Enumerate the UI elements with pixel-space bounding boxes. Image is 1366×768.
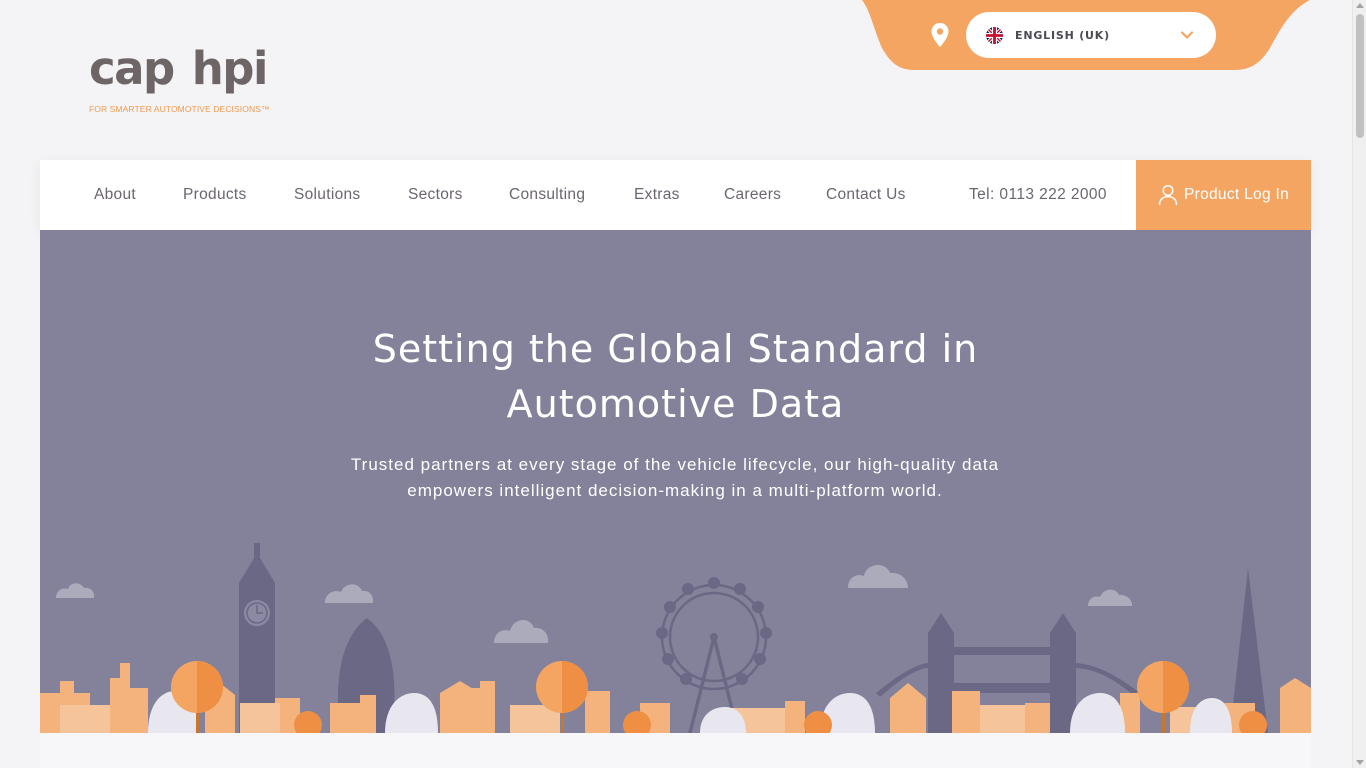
nav-item-consulting[interactable]: Consulting <box>509 160 585 230</box>
brand-logo[interactable]: cap hpi FOR SMARTER AUTOMOTIVE DECISIONS™ <box>89 44 289 118</box>
uk-flag-icon <box>986 26 1003 44</box>
logo-word-cap: cap <box>89 42 175 95</box>
language-tab: ENGLISH (UK) <box>862 0 1312 70</box>
hero-banner: Setting the Global Standard in Automotiv… <box>40 230 1311 733</box>
logo-tagline: FOR SMARTER AUTOMOTIVE DECISIONS™ <box>89 104 270 114</box>
hero-title-line-2: Automotive Data <box>506 382 845 426</box>
nav-item-sectors[interactable]: Sectors <box>408 160 463 230</box>
telephone-link[interactable]: Tel: 0113 222 2000 <box>969 160 1107 230</box>
content-panel <box>40 733 1311 768</box>
scroll-down-arrow-icon[interactable] <box>1356 760 1364 765</box>
language-select[interactable]: ENGLISH (UK) <box>966 12 1216 58</box>
chevron-down-icon <box>1180 31 1194 39</box>
user-icon <box>1158 184 1178 206</box>
product-login-button[interactable]: Product Log In <box>1136 160 1311 230</box>
nav-item-contact-us[interactable]: Contact Us <box>826 160 906 230</box>
scroll-up-arrow-icon[interactable] <box>1356 3 1364 8</box>
location-pin-icon[interactable] <box>930 22 950 48</box>
nav-item-products[interactable]: Products <box>183 160 247 230</box>
scrollbar-thumb[interactable] <box>1356 14 1364 138</box>
logo-word-hpi: hpi <box>191 42 269 95</box>
nav-item-extras[interactable]: Extras <box>634 160 680 230</box>
hero-subtitle: Trusted partners at every stage of the v… <box>350 455 1000 500</box>
main-nav: About Products Solutions Sectors Consult… <box>40 160 1311 230</box>
nav-item-careers[interactable]: Careers <box>724 160 781 230</box>
nav-item-solutions[interactable]: Solutions <box>294 160 360 230</box>
hero-title-line-1: Setting the Global Standard in <box>372 327 979 371</box>
clouds <box>56 565 1133 643</box>
london-skyline-illustration <box>40 543 1311 733</box>
product-login-label: Product Log In <box>1183 186 1290 203</box>
nav-item-about[interactable]: About <box>94 160 136 230</box>
hero-title: Setting the Global Standard in Automotiv… <box>40 322 1311 432</box>
logo-wordmark: cap hpi <box>89 44 289 94</box>
page-scrollbar[interactable] <box>1352 0 1366 768</box>
language-label: ENGLISH (UK) <box>1015 28 1110 42</box>
